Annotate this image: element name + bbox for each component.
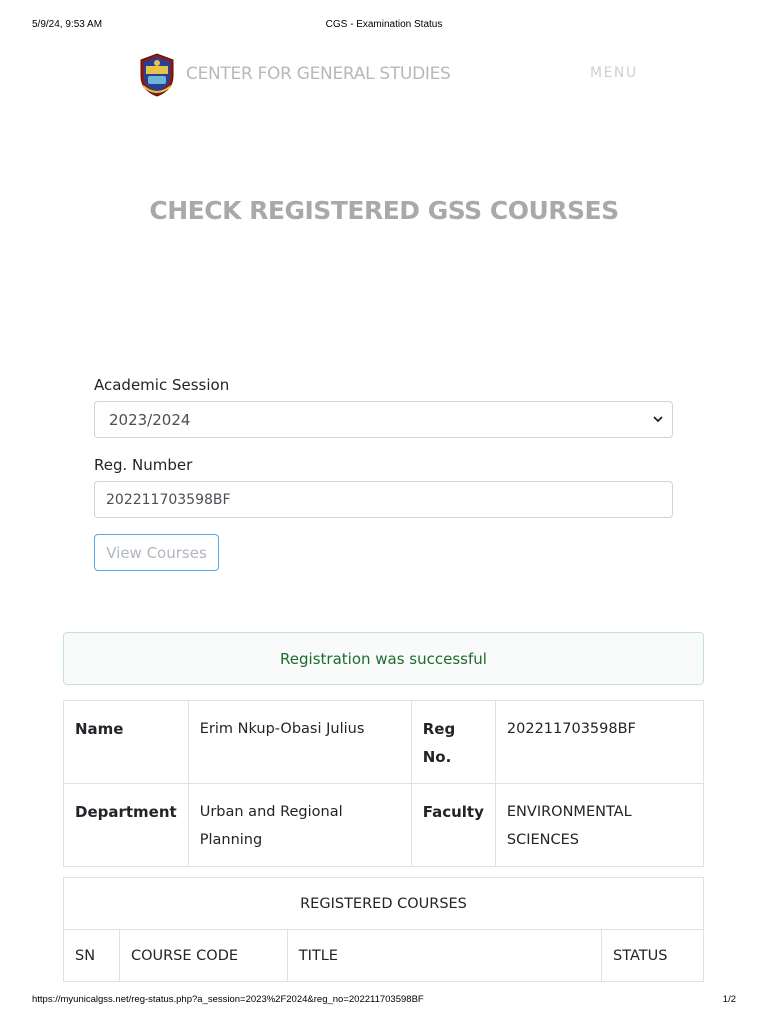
column-header-sn: SN: [63, 929, 120, 982]
reg-number-input[interactable]: 202211703598BF: [94, 481, 673, 518]
faculty-label: Faculty: [410, 783, 496, 867]
brand-link[interactable]: CENTER FOR GENERAL STUDIES: [133, 50, 451, 98]
print-url: https://myunicalgss.net/reg-status.php?a…: [32, 994, 424, 1005]
column-header-title: TITLE: [286, 929, 603, 982]
reg-number-label: Reg. Number: [94, 456, 193, 474]
registered-courses-caption: REGISTERED COURSES: [63, 877, 704, 930]
chevron-down-icon: [653, 416, 663, 423]
department-value: Urban and Regional Planning: [187, 783, 412, 867]
registered-courses-table: REGISTERED COURSES SN COURSE CODE TITLE …: [63, 877, 704, 982]
academic-session-label: Academic Session: [94, 376, 230, 394]
menu-toggle[interactable]: MENU: [590, 65, 638, 81]
print-page-number: 1/2: [722, 994, 736, 1005]
page-title: CHECK REGISTERED GSS COURSES: [149, 196, 619, 225]
check-courses-form: Academic Session 2023/2024 Reg. Number 2…: [94, 376, 674, 571]
print-document-title: CGS - Examination Status: [325, 19, 443, 30]
table-row: Department Urban and Regional Planning F…: [63, 783, 705, 867]
faculty-value: ENVIRONMENTAL SCIENCES: [494, 783, 705, 867]
view-courses-button[interactable]: View Courses: [94, 534, 219, 571]
navbar: CENTER FOR GENERAL STUDIES MENU: [133, 50, 653, 100]
student-info-table: Name Erim Nkup-Obasi Julius Reg No. 2022…: [63, 700, 705, 867]
university-crest-icon: [140, 53, 174, 97]
success-alert: Registration was successful: [63, 632, 704, 685]
department-label: Department: [63, 783, 189, 867]
academic-session-value: 2023/2024: [109, 410, 191, 429]
column-header-course-code: COURSE CODE: [118, 929, 288, 982]
table-row: Name Erim Nkup-Obasi Julius Reg No. 2022…: [63, 700, 705, 784]
brand-name: CENTER FOR GENERAL STUDIES: [186, 64, 451, 84]
reg-no-value: 202211703598BF: [494, 700, 705, 784]
reg-no-label: Reg No.: [410, 700, 496, 784]
name-label: Name: [63, 700, 189, 784]
column-header-status: STATUS: [601, 929, 704, 982]
academic-session-select[interactable]: 2023/2024: [94, 401, 673, 438]
courses-header-row: SN COURSE CODE TITLE STATUS: [63, 929, 704, 982]
name-value: Erim Nkup-Obasi Julius: [187, 700, 412, 784]
